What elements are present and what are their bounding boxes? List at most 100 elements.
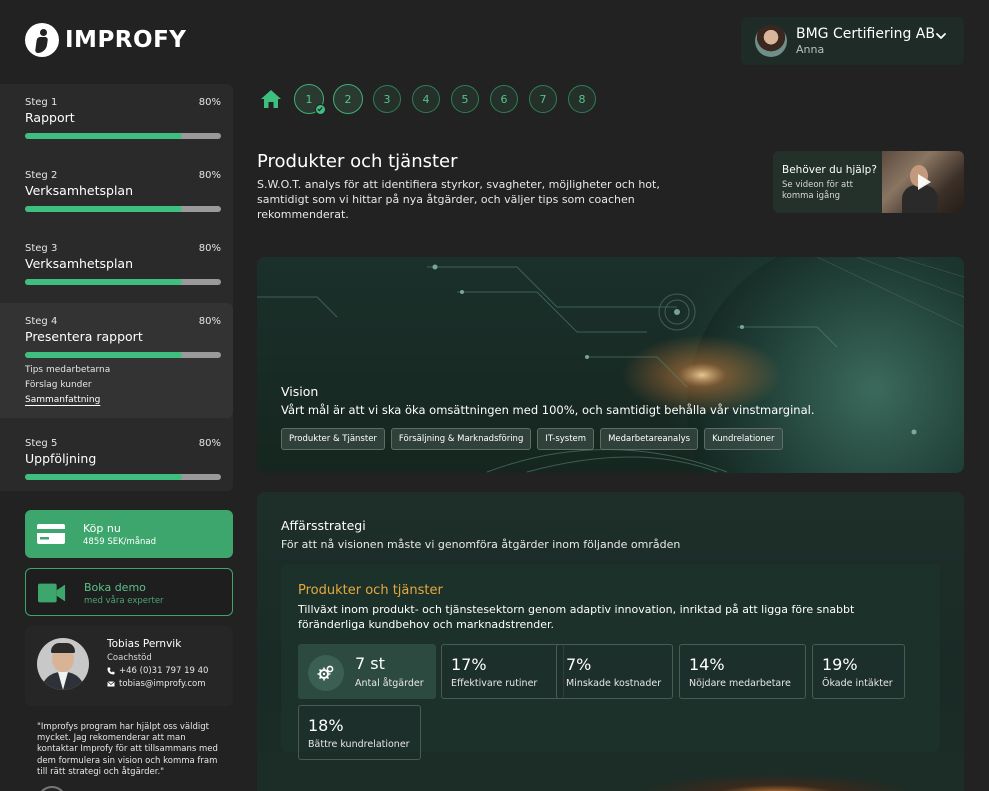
metric-value: 14% [689, 655, 725, 674]
nav-step-4[interactable]: 4 [412, 85, 440, 113]
metric-value: 7% [566, 655, 592, 674]
step-percent: 80% [198, 170, 221, 181]
mail-icon [107, 681, 115, 687]
coach-avatar [37, 638, 89, 690]
focus-area-title: Produkter och tjänster [298, 583, 443, 598]
step-title: Verksamhetsplan [25, 256, 134, 271]
metric-value: 7 st [355, 654, 385, 673]
step-percent: 80% [198, 97, 221, 108]
help-subtitle: Se videon för att komma igång [782, 180, 853, 201]
step-title: Uppföljning [25, 451, 97, 466]
step-number: Steg 1 [25, 97, 58, 108]
chevron-down-icon [936, 33, 946, 39]
metric-label: Antal åtgärder [355, 678, 424, 689]
help-video-card[interactable]: Behöver du hjälp? Se videon för att komm… [773, 151, 964, 213]
nav-step-2[interactable]: 2 [333, 84, 363, 114]
buy-now-price: 4859 SEK/månad [83, 537, 157, 547]
nav-step-label: 3 [383, 92, 391, 106]
nav-step-3[interactable]: 3 [373, 85, 401, 113]
focus-area-card: Produkter och tjänster Tillväxt inom pro… [281, 564, 940, 760]
step-progress-fill [25, 279, 182, 285]
step-title: Verksamhetsplan [25, 183, 134, 198]
step-progress-fill [25, 206, 182, 212]
testimonial-avatar [37, 786, 67, 791]
tag-it-system[interactable]: IT-system [537, 428, 595, 450]
tag-kundrelationer[interactable]: Kundrelationer [704, 428, 783, 450]
step-progress-fill [25, 133, 182, 139]
step-progress-fill [25, 474, 182, 480]
book-demo-button[interactable]: Boka demo med våra experter [25, 568, 233, 616]
nav-step-1[interactable]: 1 [294, 84, 326, 115]
metric-value: 19% [822, 655, 858, 674]
metric-minskade-kostnader[interactable]: 7% Minskade kostnader [556, 644, 673, 699]
tag-produkter-tjanster[interactable]: Produkter & Tjänster [281, 428, 385, 450]
step-progress-bar [25, 474, 221, 480]
metric-label: Minskade kostnader [566, 678, 662, 689]
step-progress-bar [25, 206, 221, 212]
step-subitem-tips[interactable]: Tips medarbetarna [25, 365, 110, 375]
step-item-2[interactable]: Steg 2 80% Verksamhetsplan [0, 157, 233, 229]
step-subitem-sammanfattning[interactable]: Sammanfattning [25, 395, 100, 405]
step-list: Steg 1 80% Rapport Steg 2 80% Verksamhet… [0, 84, 233, 491]
strategy-title: Affärsstrategi [281, 518, 366, 533]
nav-step-8[interactable]: 8 [568, 85, 596, 113]
coach-phone-text: +46 (0)31 797 19 40 [119, 666, 209, 676]
metric-nojdare-medarbetare[interactable]: 14% Nöjdare medarbetare [679, 644, 806, 699]
metric-label: Ökade intäkter [822, 678, 893, 689]
step-percent: 80% [198, 316, 221, 327]
improfy-logo[interactable]: IMPROFY [25, 23, 186, 57]
account-company: BMG Certifiering AB [796, 26, 935, 42]
step-item-3[interactable]: Steg 3 80% Verksamhetsplan [0, 230, 233, 302]
step-item-4[interactable]: Steg 4 80% Presentera rapport Tips medar… [0, 303, 233, 418]
step-subitem-forslag[interactable]: Förslag kunder [25, 380, 92, 390]
step-percent: 80% [198, 438, 221, 449]
gears-icon [308, 655, 344, 691]
buy-now-button[interactable]: Köp nu 4859 SEK/månad [25, 510, 233, 558]
account-switcher[interactable]: BMG Certifiering AB Anna [741, 17, 964, 65]
vision-card: Vision Vårt mål är att vi ska öka omsätt… [257, 257, 964, 473]
nav-step-6[interactable]: 6 [490, 85, 518, 113]
nav-step-label: 8 [578, 92, 586, 106]
help-title: Behöver du hjälp? [782, 164, 877, 176]
nav-step-7[interactable]: 7 [529, 85, 557, 113]
step-progress-bar [25, 133, 221, 139]
tag-forsaljning-marknadsforing[interactable]: Försäljning & Marknadsföring [390, 428, 532, 450]
coach-role: Coachstöd [107, 653, 152, 663]
nav-step-label: 4 [422, 92, 430, 106]
metric-value: 17% [451, 655, 487, 674]
step-number: Steg 2 [25, 170, 58, 181]
metric-label: Effektivare rutiner [451, 678, 538, 689]
metric-okade-intakter[interactable]: 19% Ökade intäkter [812, 644, 905, 699]
step-item-1[interactable]: Steg 1 80% Rapport [0, 84, 233, 156]
nav-step-label: 7 [539, 92, 547, 106]
logo-text: IMPROFY [65, 27, 187, 53]
step-title: Rapport [25, 110, 75, 125]
video-camera-icon [38, 583, 66, 603]
nav-step-label: 2 [344, 92, 352, 106]
phone-icon [107, 667, 115, 675]
decorative-glow [257, 774, 964, 791]
testimonial-quote: "Improfys program har hjälpt oss väldigt… [37, 722, 218, 777]
metric-label: Nöjdare medarbetare [689, 678, 791, 689]
metric-effektivare-rutiner[interactable]: 17% Effektivare rutiner [441, 644, 564, 699]
step-percent: 80% [198, 243, 221, 254]
book-demo-sub: med våra experter [84, 596, 164, 606]
page-description: S.W.O.T. analys för att identifiera styr… [257, 178, 660, 221]
coach-email[interactable]: tobias@improfy.com [107, 679, 206, 689]
book-demo-label: Boka demo [84, 581, 146, 594]
account-user: Anna [796, 43, 825, 56]
nav-step-5[interactable]: 5 [451, 85, 479, 113]
coach-phone[interactable]: +46 (0)31 797 19 40 [107, 666, 208, 676]
metric-battre-kundrelationer[interactable]: 18% Bättre kundrelationer [298, 705, 421, 760]
nav-step-label: 6 [500, 92, 508, 106]
step-number: Steg 5 [25, 438, 58, 449]
home-icon[interactable] [260, 88, 282, 110]
step-item-5[interactable]: Steg 5 80% Uppföljning [0, 419, 233, 491]
tag-medarbetareanalys[interactable]: Medarbetareanalys [600, 428, 699, 450]
metric-actions[interactable]: 7 st Antal åtgärder [298, 644, 436, 699]
focus-area-description: Tillväxt inom produkt- och tjänstesektor… [298, 603, 855, 631]
user-avatar [755, 25, 787, 57]
strategy-card: Affärsstrategi För att nå visionen måste… [257, 492, 964, 791]
coach-name: Tobias Pernvik [107, 638, 182, 650]
video-thumbnail[interactable] [882, 151, 964, 213]
